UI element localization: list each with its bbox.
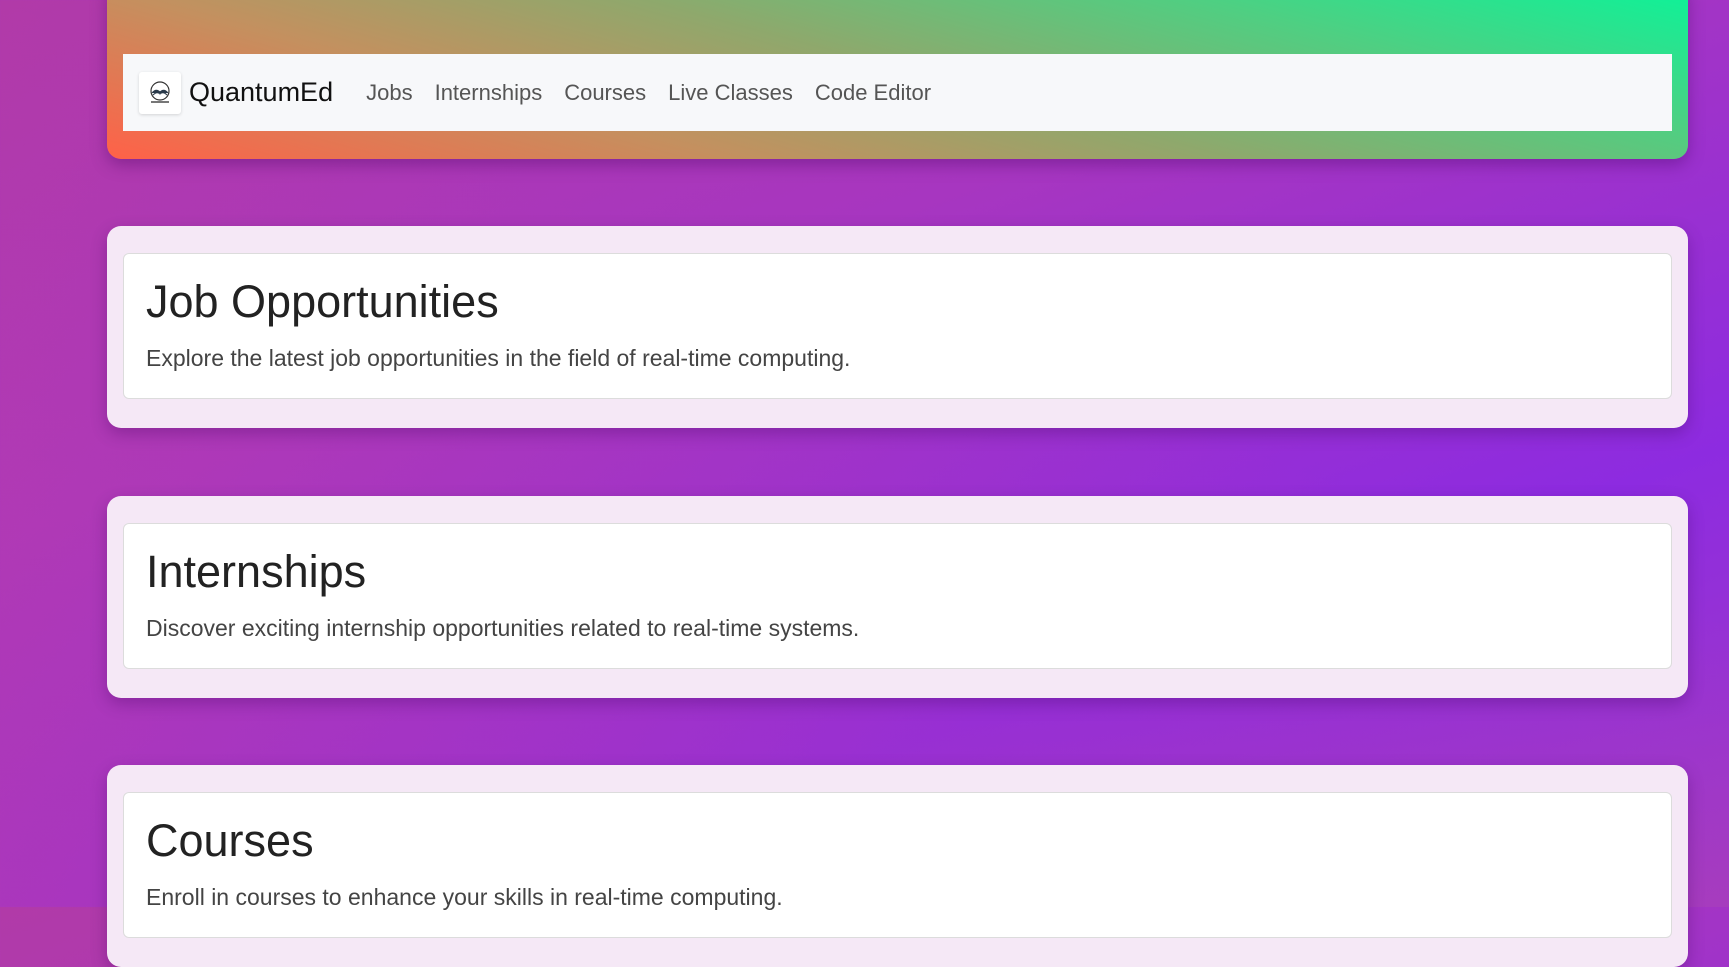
section-title: Job Opportunities: [146, 276, 499, 327]
section-description: Discover exciting internship opportuniti…: [146, 615, 860, 641]
nav-item-jobs[interactable]: Jobs: [366, 80, 412, 106]
brand-name[interactable]: QuantumEd: [189, 77, 333, 108]
section-description: Explore the latest job opportunities in …: [146, 345, 851, 371]
section-internships: Internships Discover exciting internship…: [107, 496, 1688, 698]
section-title: Internships: [146, 546, 367, 597]
navbar: QuantumEd Jobs Internships Courses Live …: [123, 54, 1672, 131]
nav-links: Jobs Internships Courses Live Classes Co…: [355, 80, 942, 106]
nav-item-internships[interactable]: Internships: [435, 80, 543, 106]
nav-item-courses[interactable]: Courses: [564, 80, 646, 106]
nav-item-live-classes[interactable]: Live Classes: [668, 80, 793, 106]
section-card: Internships Discover exciting internship…: [123, 523, 1672, 669]
section-title: Courses: [146, 815, 314, 866]
section-job-opportunities: Job Opportunities Explore the latest job…: [107, 226, 1688, 428]
brand[interactable]: QuantumEd: [139, 71, 333, 114]
section-courses: Courses Enroll in courses to enhance you…: [107, 765, 1688, 967]
book-logo-icon[interactable]: [139, 71, 181, 114]
section-card: Courses Enroll in courses to enhance you…: [123, 792, 1672, 938]
section-card: Job Opportunities Explore the latest job…: [123, 253, 1672, 399]
nav-item-code-editor[interactable]: Code Editor: [815, 80, 931, 106]
